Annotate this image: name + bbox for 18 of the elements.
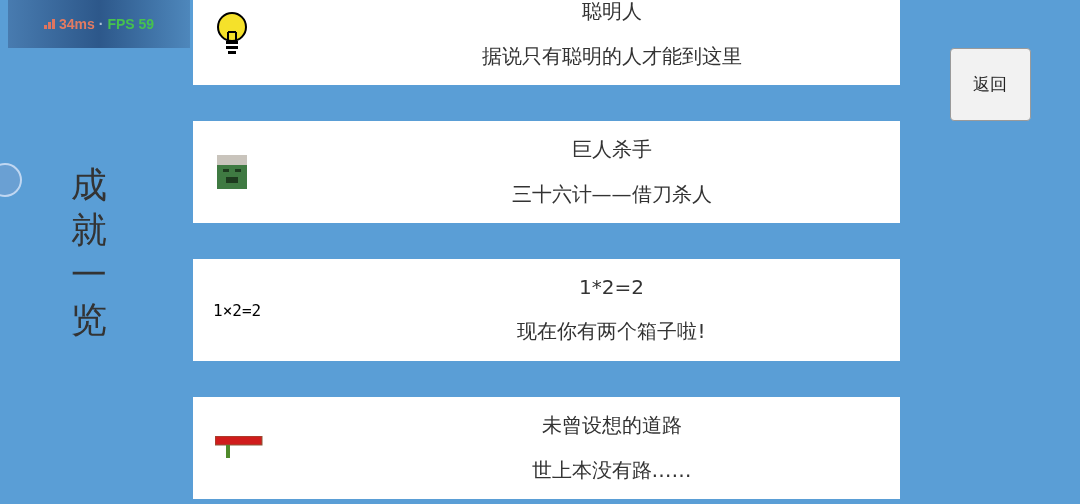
achievement-description: 三十六计——借刀杀人 [511,181,712,208]
zombie-head-icon [215,155,249,189]
latency-text: 34ms [58,16,95,32]
light-bulb-icon [215,12,249,56]
fps-text: FPS 59 [107,16,155,32]
signal-icon [43,19,55,29]
achievement-description: 现在你有两个箱子啦! [517,318,706,346]
achievement-name: 未曾设想的道路 [541,412,682,439]
achievement-name: 聪明人 [581,0,642,25]
page-title: 成就一览 [70,163,107,342]
separator-text: · [98,16,104,32]
icon-text: 1×2=2 [213,300,262,320]
achievement-description: 世上本没有路…… [531,457,692,484]
achievement-name: 巨人杀手 [571,136,652,163]
back-button[interactable]: 返回 [949,48,1031,121]
signpost-icon [215,436,263,460]
achievement-description: 据说只有聪明的人才能到这里 [481,43,742,70]
achievement-name: 1*2=2 [579,274,644,299]
